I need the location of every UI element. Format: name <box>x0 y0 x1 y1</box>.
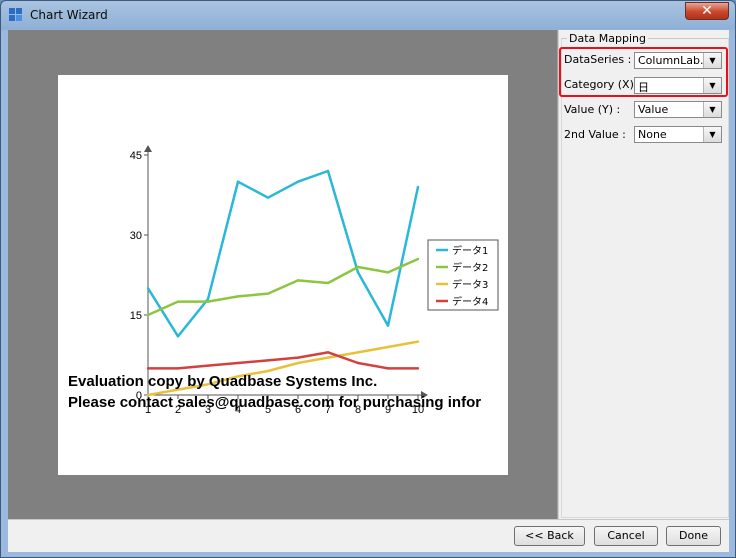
data-point <box>236 361 240 365</box>
value-y-value: Value <box>638 103 669 116</box>
data-point <box>236 295 240 298</box>
data-point <box>176 367 180 370</box>
category-select[interactable]: 日 ▼ <box>634 77 722 94</box>
chevron-down-icon[interactable]: ▼ <box>703 127 721 142</box>
data-point <box>356 351 360 354</box>
data-point <box>416 257 420 261</box>
line-chart: 01530451 2 3 4 5 6 7 8 9 10データ1データ2データ3データ4Evalua… <box>68 145 499 416</box>
data-point <box>296 180 300 183</box>
data-point <box>146 287 150 290</box>
data-point <box>266 292 270 295</box>
data-point <box>386 271 390 274</box>
chart-wizard-window: Chart Wizard ✕ 0 15 30 45 1 2 3 4 5 6 7 8 9 10 データ1 データ… <box>0 0 736 558</box>
data-point <box>386 345 390 349</box>
data-point <box>266 369 270 373</box>
category-label: Category (X) : <box>564 78 642 91</box>
data-point <box>176 335 180 338</box>
data-point <box>356 361 360 365</box>
dataseries-label: DataSeries : <box>564 53 632 66</box>
data-point <box>176 300 180 303</box>
data-point <box>416 367 420 370</box>
chevron-down-icon[interactable]: ▼ <box>703 102 721 117</box>
data-point <box>296 356 300 359</box>
chevron-down-icon[interactable]: ▼ <box>703 78 721 93</box>
data-point <box>356 265 360 269</box>
data-point <box>266 196 270 199</box>
second-value-select[interactable]: None ▼ <box>634 126 722 143</box>
data-point <box>266 359 270 362</box>
legend-entry: データ2 <box>452 261 488 274</box>
data-point <box>146 313 150 317</box>
data-point <box>326 281 330 285</box>
data-point <box>296 361 300 365</box>
legend-entry: データ4 <box>452 295 488 308</box>
cancel-button[interactable]: Cancel <box>594 526 658 546</box>
legend-entry: データ1 <box>452 244 488 257</box>
data-point <box>146 367 150 370</box>
chart-canvas: 0 15 30 45 1 2 3 4 5 6 7 8 9 10 データ1 データ2 データ3 データ4 Evalua… <box>58 75 508 475</box>
chart-preview-area: 0 15 30 45 1 2 3 4 5 6 7 8 9 10 データ1 データ2 データ3 データ4 Evalua… <box>8 30 557 519</box>
watermark-line-2: Please contact sales@quadbase.com for pu… <box>68 394 481 411</box>
panel-title: Data Mapping <box>567 32 648 45</box>
category-value: 日 <box>638 81 649 94</box>
watermark-line-1: Evaluation copy by Quadbase Systems Inc. <box>68 373 377 390</box>
close-icon: ✕ <box>701 3 713 19</box>
done-button[interactable]: Done <box>666 526 721 546</box>
app-icon <box>9 8 22 21</box>
title-bar[interactable]: Chart Wizard ✕ <box>1 1 735 30</box>
y-tick-label: 15 <box>130 310 142 322</box>
series-line-1 <box>146 169 420 338</box>
data-point <box>326 356 330 359</box>
data-point <box>206 297 210 301</box>
data-point <box>206 364 210 367</box>
dialog-client-area: 0 15 30 45 1 2 3 4 5 6 7 8 9 10 データ1 データ2 データ3 データ4 Evalua… <box>8 30 729 552</box>
y-axis-arrow <box>144 145 152 152</box>
data-point <box>296 279 300 282</box>
data-point <box>236 180 240 183</box>
button-bar: << Back Cancel Done <box>8 519 729 552</box>
data-point <box>386 367 390 370</box>
value-y-select[interactable]: Value ▼ <box>634 101 722 118</box>
second-value-label: 2nd Value : <box>564 128 626 141</box>
data-point <box>206 300 210 303</box>
y-tick-label: 30 <box>130 230 142 242</box>
data-point <box>356 271 360 274</box>
data-point <box>416 340 420 343</box>
data-point <box>416 185 420 189</box>
legend-entry: データ3 <box>452 278 488 291</box>
dataseries-value: ColumnLab... <box>638 54 704 67</box>
data-point <box>386 324 390 327</box>
second-value-value: None <box>638 128 667 141</box>
chevron-down-icon[interactable]: ▼ <box>703 53 721 68</box>
value-y-label: Value (Y) : <box>564 103 621 116</box>
data-mapping-panel: Data Mapping DataSeries : ColumnLab... ▼… <box>559 30 729 519</box>
y-tick-label: 45 <box>130 150 142 162</box>
dataseries-select[interactable]: ColumnLab... ▼ <box>634 52 722 69</box>
window-title: Chart Wizard <box>30 8 108 22</box>
close-button[interactable]: ✕ <box>685 2 729 20</box>
back-button[interactable]: << Back <box>514 526 585 546</box>
data-point <box>326 169 330 173</box>
data-point <box>326 351 330 354</box>
